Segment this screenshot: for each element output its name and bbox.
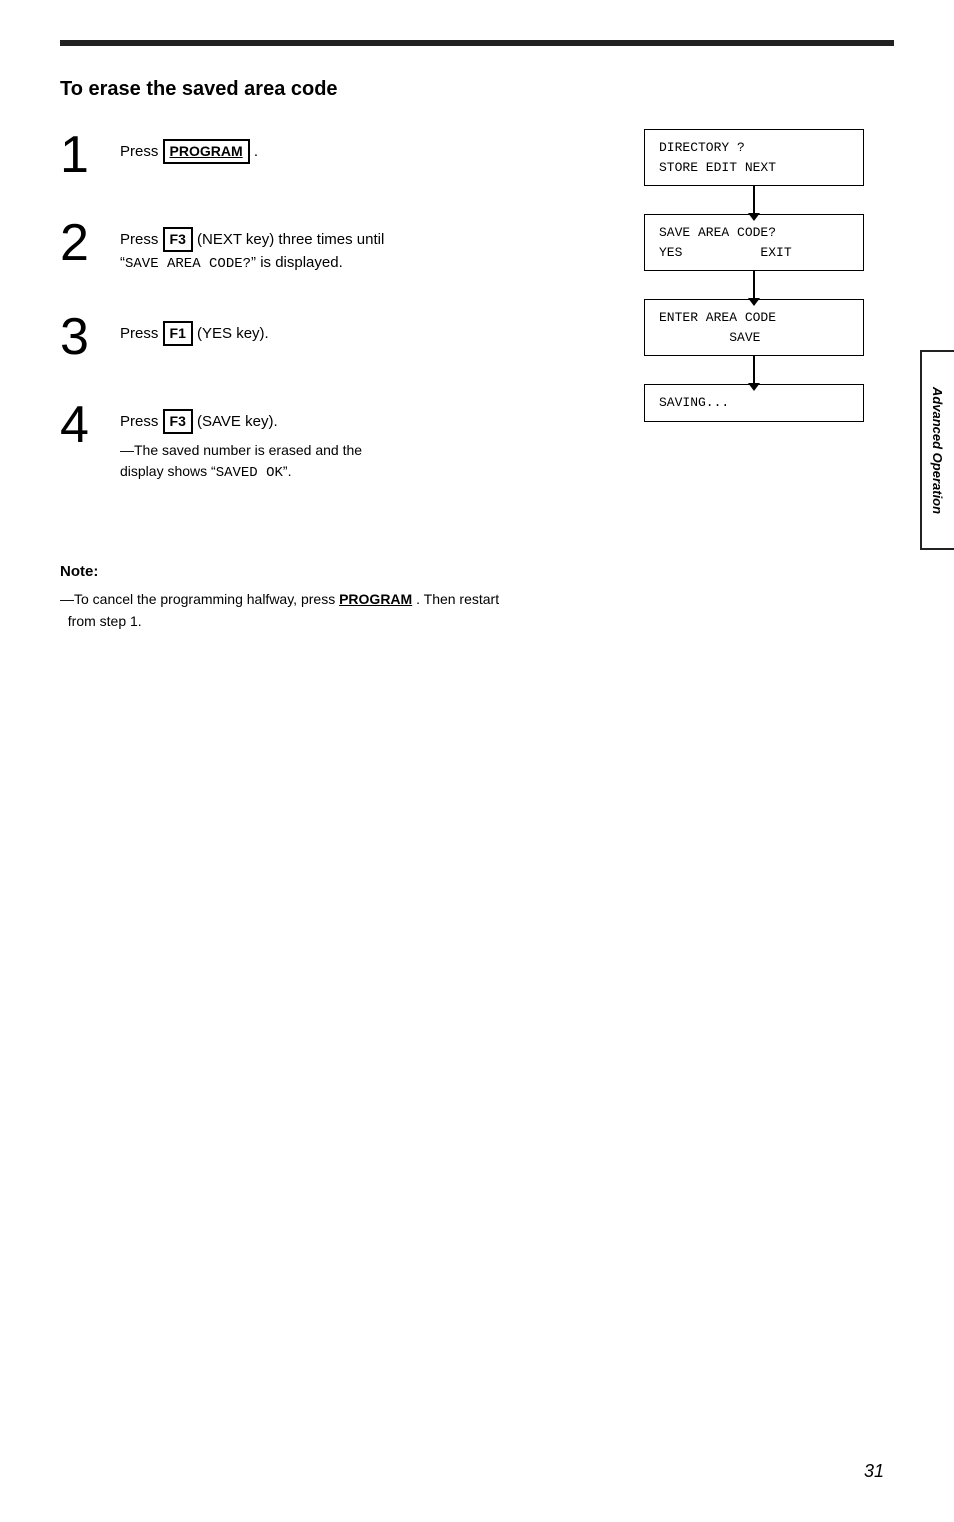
page: To erase the saved area code 1 Press PRO… <box>0 0 954 1522</box>
step-content-3: Press F1 (YES key). <box>120 311 269 346</box>
flowchart-box1-line2: STORE EDIT NEXT <box>659 160 776 175</box>
step-number-2: 2 <box>60 217 104 269</box>
steps-column: 1 Press PROGRAM . 2 Press F3 (NEXT key) … <box>60 129 614 520</box>
flowchart-box-2: SAVE AREA CODE? YES EXIT <box>644 214 864 271</box>
flowchart-box3-line2: SAVE <box>659 330 760 345</box>
step-number-1: 1 <box>60 129 104 181</box>
step4-text-before: Press <box>120 413 163 430</box>
step2-text-after: ” is displayed. <box>251 254 343 271</box>
side-label: Advanced Operation <box>920 350 954 550</box>
step4-key-f3: F3 <box>163 409 193 434</box>
step3-text-before: Press <box>120 325 163 342</box>
flowchart-arrow-3 <box>753 356 755 384</box>
flowchart-box-1: DIRECTORY ? STORE EDIT NEXT <box>644 129 864 186</box>
step3-text-after: (YES key). <box>197 325 269 342</box>
step1-key-program: PROGRAM <box>163 139 250 164</box>
note-title: Note: <box>60 560 894 584</box>
step4-text-after: (SAVE key). <box>197 413 278 430</box>
flowchart-box4-line1: SAVING... <box>659 395 729 410</box>
flowchart-box2-line2: YES EXIT <box>659 245 792 260</box>
flowchart-box2-line1: SAVE AREA CODE? <box>659 225 776 240</box>
step-content-1: Press PROGRAM . <box>120 129 258 164</box>
flowchart-column: DIRECTORY ? STORE EDIT NEXT SAVE AREA CO… <box>614 129 894 422</box>
step3-key-f1: F1 <box>163 321 193 346</box>
step-number-3: 3 <box>60 311 104 363</box>
step-3: 3 Press F1 (YES key). <box>60 311 594 363</box>
step-content-2: Press F3 (NEXT key) three times until“SA… <box>120 217 384 275</box>
main-content: 1 Press PROGRAM . 2 Press F3 (NEXT key) … <box>60 129 894 520</box>
side-label-text: Advanced Operation <box>931 386 946 513</box>
step-number-4: 4 <box>60 399 104 451</box>
step-1: 1 Press PROGRAM . <box>60 129 594 181</box>
step4-sub-detail: —The saved number is erased and thedispl… <box>120 440 362 484</box>
step-4: 4 Press F3 (SAVE key). —The saved number… <box>60 399 594 484</box>
flowchart: DIRECTORY ? STORE EDIT NEXT SAVE AREA CO… <box>614 129 894 422</box>
step4-sub-line1: —The saved number is erased and thedispl… <box>120 442 362 479</box>
flowchart-arrow-2 <box>753 271 755 299</box>
flowchart-box1-line1: DIRECTORY ? <box>659 140 745 155</box>
top-border <box>60 40 894 46</box>
step1-text-after: . <box>254 143 258 160</box>
note-key-program: PROGRAM <box>339 591 412 607</box>
note-line1: —To cancel the programming halfway, pres… <box>60 591 339 607</box>
section-title: To erase the saved area code <box>60 78 894 101</box>
flowchart-box3-line1: ENTER AREA CODE <box>659 310 776 325</box>
flowchart-box-3: ENTER AREA CODE SAVE <box>644 299 864 356</box>
step-2: 2 Press F3 (NEXT key) three times until“… <box>60 217 594 275</box>
step2-text-before: Press <box>120 231 163 248</box>
page-number: 31 <box>864 1461 884 1482</box>
step1-text-before: Press <box>120 143 163 160</box>
note-text: —To cancel the programming halfway, pres… <box>60 588 894 633</box>
step2-code: SAVE AREA CODE? <box>125 256 251 272</box>
step-content-4: Press F3 (SAVE key). —The saved number i… <box>120 399 362 484</box>
note-section: Note: —To cancel the programming halfway… <box>60 560 894 633</box>
step2-key-f3: F3 <box>163 227 193 252</box>
flowchart-arrow-1 <box>753 186 755 214</box>
